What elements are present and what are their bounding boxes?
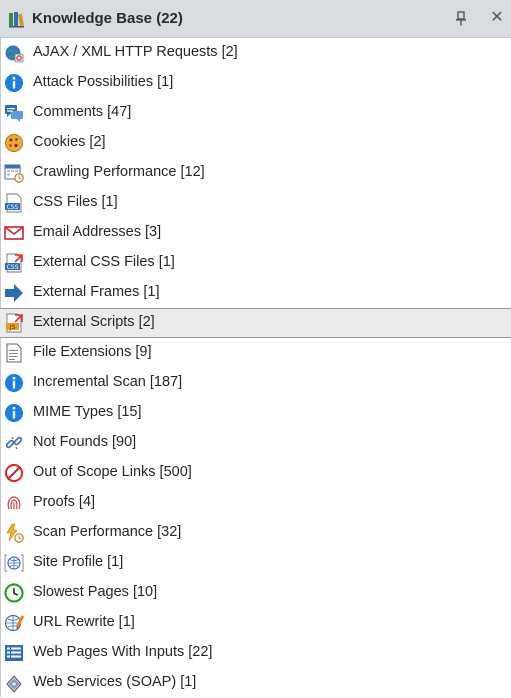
- list-item[interactable]: Out of Scope Links [500]: [0, 458, 511, 488]
- list-item-label: Out of Scope Links [500]: [33, 464, 192, 480]
- forbidden-link-icon: [5, 464, 23, 482]
- list-item[interactable]: File Extensions [9]: [0, 338, 511, 368]
- list-item[interactable]: Comments [47]: [0, 98, 511, 128]
- list-item-label: Scan Performance [32]: [33, 524, 182, 540]
- knowledge-base-icon: [9, 12, 25, 28]
- list-item[interactable]: Cookies [2]: [0, 128, 511, 158]
- pin-icon[interactable]: [453, 10, 469, 28]
- list-item-label: Crawling Performance [12]: [33, 164, 205, 180]
- lightning-clock-icon: [6, 523, 24, 543]
- list-item[interactable]: Crawling Performance [12]: [0, 158, 511, 188]
- list-item[interactable]: AJAX / XML HTTP Requests [2]: [0, 38, 511, 68]
- knowledge-base-list: AJAX / XML HTTP Requests [2] Attack Possi…: [0, 38, 511, 698]
- list-item-label: Cookies [2]: [33, 134, 106, 150]
- site-profile-icon: [4, 554, 24, 572]
- arrow-right-icon: [5, 284, 23, 302]
- svg-text:JS: JS: [9, 324, 16, 331]
- list-item[interactable]: URL Rewrite [1]: [0, 608, 511, 638]
- list-item[interactable]: CSS CSS Files [1]: [0, 188, 511, 218]
- list-item[interactable]: JS External Scripts [2]: [0, 308, 511, 338]
- svg-text:CSS: CSS: [7, 264, 19, 271]
- close-icon[interactable]: ✕: [487, 8, 507, 28]
- cookie-icon: [5, 134, 23, 152]
- panel-header: Knowledge Base (22) ✕: [0, 0, 511, 38]
- info-icon: [5, 374, 23, 392]
- list-item[interactable]: Slowest Pages [10]: [0, 578, 511, 608]
- list-item[interactable]: Web Services (SOAP) [1]: [0, 668, 511, 698]
- list-item[interactable]: External Frames [1]: [0, 278, 511, 308]
- globe-ajax-icon: [5, 45, 24, 63]
- info-icon: [5, 74, 23, 92]
- list-item-label: Incremental Scan [187]: [33, 374, 183, 390]
- document-icon: [6, 343, 22, 363]
- comments-icon: [5, 105, 23, 122]
- list-item[interactable]: Proofs [4]: [0, 488, 511, 518]
- css-file-icon: CSS: [5, 193, 22, 213]
- list-item-label: External Frames [1]: [33, 284, 160, 300]
- list-item[interactable]: Scan Performance [32]: [0, 518, 511, 548]
- clock-icon: [4, 583, 24, 603]
- list-item-label: Site Profile [1]: [33, 554, 124, 570]
- external-css-icon: CSS: [5, 253, 23, 273]
- list-item-label: AJAX / XML HTTP Requests [2]: [33, 44, 238, 60]
- list-item-label: External CSS Files [1]: [33, 254, 175, 270]
- list-item-label: Attack Possibilities [1]: [33, 74, 174, 90]
- fingerprint-icon: [7, 496, 21, 510]
- info-icon: [5, 404, 23, 422]
- list-item[interactable]: Web Pages With Inputs [22]: [0, 638, 511, 668]
- list-item[interactable]: Email Addresses [3]: [0, 218, 511, 248]
- list-item[interactable]: Not Founds [90]: [0, 428, 511, 458]
- list-item-label: URL Rewrite [1]: [33, 614, 135, 630]
- list-item[interactable]: CSS External CSS Files [1]: [0, 248, 511, 278]
- broken-link-icon: [5, 436, 23, 450]
- calendar-clock-icon: [4, 164, 24, 183]
- list-item[interactable]: MIME Types [15]: [0, 398, 511, 428]
- globe-pencil-icon: [4, 614, 24, 632]
- list-item-label: Not Founds [90]: [33, 434, 137, 450]
- list-item-label: File Extensions [9]: [33, 344, 152, 360]
- list-item-label: Email Addresses [3]: [33, 224, 162, 240]
- list-icon: [5, 645, 23, 661]
- list-item[interactable]: Attack Possibilities [1]: [0, 68, 511, 98]
- list-item-label: Proofs [4]: [33, 494, 96, 510]
- list-item-label: CSS Files [1]: [33, 194, 118, 210]
- knowledge-base-panel: Knowledge Base (22) ✕ AJAX / XML HTTP Re…: [0, 0, 511, 697]
- soap-icon: [6, 675, 22, 693]
- external-js-icon: JS: [6, 313, 23, 333]
- panel-title: Knowledge Base (22): [32, 10, 183, 27]
- list-item[interactable]: Site Profile [1]: [0, 548, 511, 578]
- list-item-label: Comments [47]: [33, 104, 132, 120]
- list-item-label: External Scripts [2]: [33, 314, 155, 330]
- list-item[interactable]: Incremental Scan [187]: [0, 368, 511, 398]
- list-item-label: Web Services (SOAP) [1]: [33, 674, 197, 690]
- svg-text:CSS: CSS: [7, 204, 19, 211]
- list-item-label: Slowest Pages [10]: [33, 584, 158, 600]
- list-item-label: Web Pages With Inputs [22]: [33, 644, 213, 660]
- envelope-icon: [4, 226, 24, 240]
- list-item-label: MIME Types [15]: [33, 404, 142, 420]
